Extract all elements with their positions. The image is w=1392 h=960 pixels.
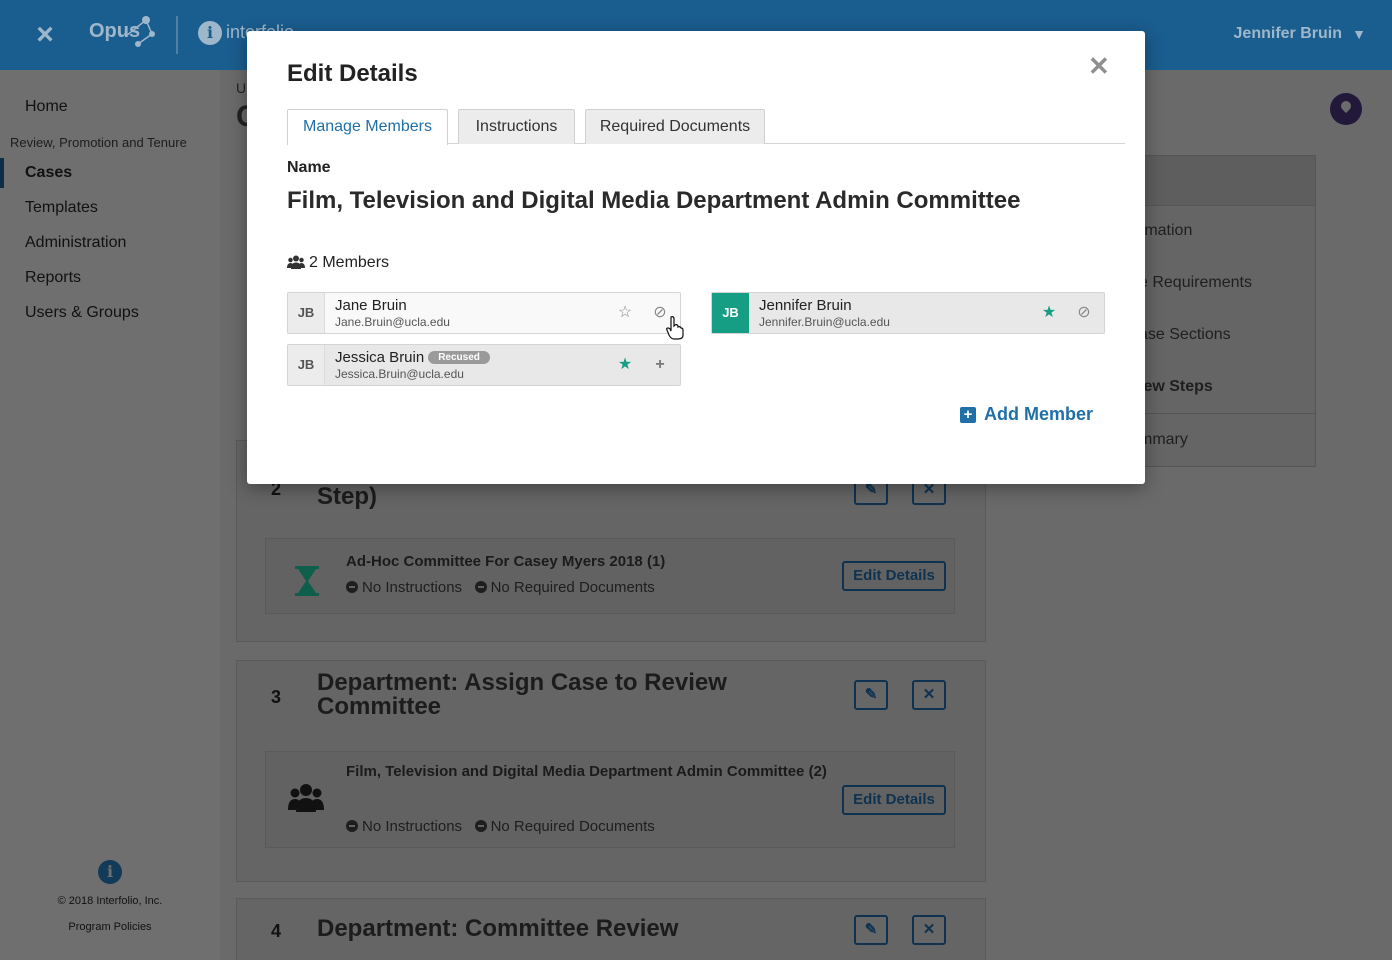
minus-circle-icon (346, 820, 358, 832)
step-title: Department: Assign Case to Review Commit… (317, 669, 727, 720)
members-count-label: 2 Members (309, 254, 390, 271)
sidebar-item-reports[interactable]: Reports (25, 269, 81, 287)
member-card-jennifer: JB Jennifer Bruin Jennifer.Bruin@ucla.ed… (711, 292, 1105, 334)
star-filled-icon[interactable]: ★ (1039, 303, 1059, 323)
sidebar-item-templates[interactable]: Templates (25, 199, 98, 217)
star-filled-icon[interactable]: ★ (615, 355, 635, 375)
member-name: Jane Bruin (335, 297, 407, 314)
tab-instructions[interactable]: Instructions (458, 109, 575, 144)
panel-item-case-sections[interactable]: ase Sections (1139, 326, 1231, 344)
user-menu[interactable]: Jennifer Bruin (1234, 25, 1342, 43)
sidebar-item-home[interactable]: Home (25, 98, 68, 116)
close-app-icon[interactable]: × (32, 20, 58, 50)
review-step-card: 4 Department: Committee Review ✎ ✕ (236, 898, 986, 960)
member-name: Jennifer Bruin (759, 297, 852, 314)
navbar-divider (176, 16, 178, 54)
sidebar-section-rpt: Review, Promotion and Tenure (10, 135, 187, 150)
member-email: Jane.Bruin@ucla.edu (335, 315, 450, 329)
committee-meta: No Instructions No Required Documents (346, 579, 655, 596)
committee-card: Ad-Hoc Committee For Casey Myers 2018 (1… (265, 538, 955, 614)
panel-divider (1119, 413, 1315, 414)
panel-item-information[interactable]: rmation (1139, 222, 1192, 240)
member-name: Jessica Bruin (335, 349, 425, 366)
committee-name: Film, Television and Digital Media Depar… (346, 763, 827, 780)
minus-circle-icon (474, 581, 487, 593)
opus-graph-icon (125, 16, 155, 47)
plus-icon[interactable]: + (650, 355, 670, 375)
plus-square-icon: + (960, 407, 976, 423)
panel-item-summary[interactable]: mmary (1139, 431, 1188, 449)
sidebar-item-administration[interactable]: Administration (25, 234, 126, 252)
avatar: JB (712, 293, 749, 333)
chevron-down-icon[interactable]: ▼ (1352, 26, 1366, 42)
committee-name: Film, Television and Digital Media Depar… (287, 187, 1021, 214)
recused-badge: Recused (428, 351, 490, 364)
edit-step-button[interactable]: ✎ (854, 680, 888, 710)
instructions-status: No Instructions (362, 579, 463, 596)
breadcrumb: U (236, 80, 247, 96)
step-number: 4 (271, 921, 282, 941)
users-icon (288, 784, 324, 812)
member-name-row: Jessica Bruin Recused (335, 349, 490, 366)
location-pin-icon[interactable] (1330, 93, 1362, 125)
close-icon[interactable]: ✕ (1088, 53, 1110, 79)
hand-cursor-icon (666, 316, 684, 340)
member-card-jane: JB Jane Bruin Jane.Bruin@ucla.edu ☆ ⊘ (287, 292, 681, 334)
panel-header (1119, 156, 1315, 206)
star-outline-icon[interactable]: ☆ (615, 303, 635, 323)
avatar: JB (288, 345, 325, 385)
edit-details-button[interactable]: Edit Details (842, 561, 946, 591)
edit-step-button[interactable]: ✎ (854, 915, 888, 945)
step-title: Step) (317, 483, 377, 510)
ban-icon[interactable]: ⊘ (1074, 303, 1094, 323)
sidebar: Home Review, Promotion and Tenure Cases … (0, 70, 220, 960)
member-card-jessica: JB Jessica Bruin Recused Jessica.Bruin@uc… (287, 344, 681, 386)
edit-details-modal: Edit Details ✕ Manage Members Instructio… (247, 31, 1145, 484)
sidebar-item-cases[interactable]: Cases (25, 164, 72, 182)
member-email: Jennifer.Bruin@ucla.edu (759, 315, 890, 329)
case-sections-panel: rmation e Requirements ase Sections iew … (1118, 155, 1316, 467)
add-member-label: Add Member (984, 404, 1094, 424)
minus-circle-icon (346, 581, 358, 593)
step-number: 3 (271, 687, 282, 707)
modal-title: Edit Details (287, 60, 418, 87)
avatar: JB (288, 293, 325, 333)
edit-details-button[interactable]: Edit Details (842, 785, 946, 815)
committee-name: Ad-Hoc Committee For Casey Myers 2018 (1… (346, 553, 666, 570)
delete-step-button[interactable]: ✕ (912, 680, 946, 710)
minus-circle-icon (474, 820, 487, 832)
name-label: Name (287, 159, 331, 176)
member-email: Jessica.Bruin@ucla.edu (335, 367, 464, 381)
program-policies-link[interactable]: Program Policies (0, 921, 220, 933)
members-count: 2 Members (287, 254, 389, 272)
users-icon (287, 255, 305, 269)
info-icon[interactable]: i (98, 860, 122, 884)
documents-status: No Required Documents (490, 818, 655, 835)
panel-item-review-steps[interactable]: iew Steps (1139, 378, 1213, 396)
add-member-button[interactable]: + Add Member (960, 404, 1093, 425)
tab-manage-members[interactable]: Manage Members (287, 109, 448, 145)
step-title: Department: Committee Review (317, 915, 679, 942)
hourglass-icon (295, 566, 319, 596)
documents-status: No Required Documents (490, 579, 655, 596)
copyright-text: © 2018 Interfolio, Inc. (57, 895, 163, 907)
sidebar-active-indicator (0, 158, 4, 188)
instructions-status: No Instructions (362, 818, 463, 835)
review-step-card: 3 Department: Assign Case to Review Comm… (236, 660, 986, 882)
committee-card: Film, Television and Digital Media Depar… (265, 751, 955, 848)
tab-required-documents[interactable]: Required Documents (585, 109, 765, 144)
panel-item-requirements[interactable]: e Requirements (1139, 274, 1252, 292)
interfolio-info-icon[interactable]: i (198, 21, 222, 45)
committee-meta: No Instructions No Required Documents (346, 818, 655, 835)
delete-step-button[interactable]: ✕ (912, 915, 946, 945)
sidebar-item-users-groups[interactable]: Users & Groups (25, 304, 139, 322)
